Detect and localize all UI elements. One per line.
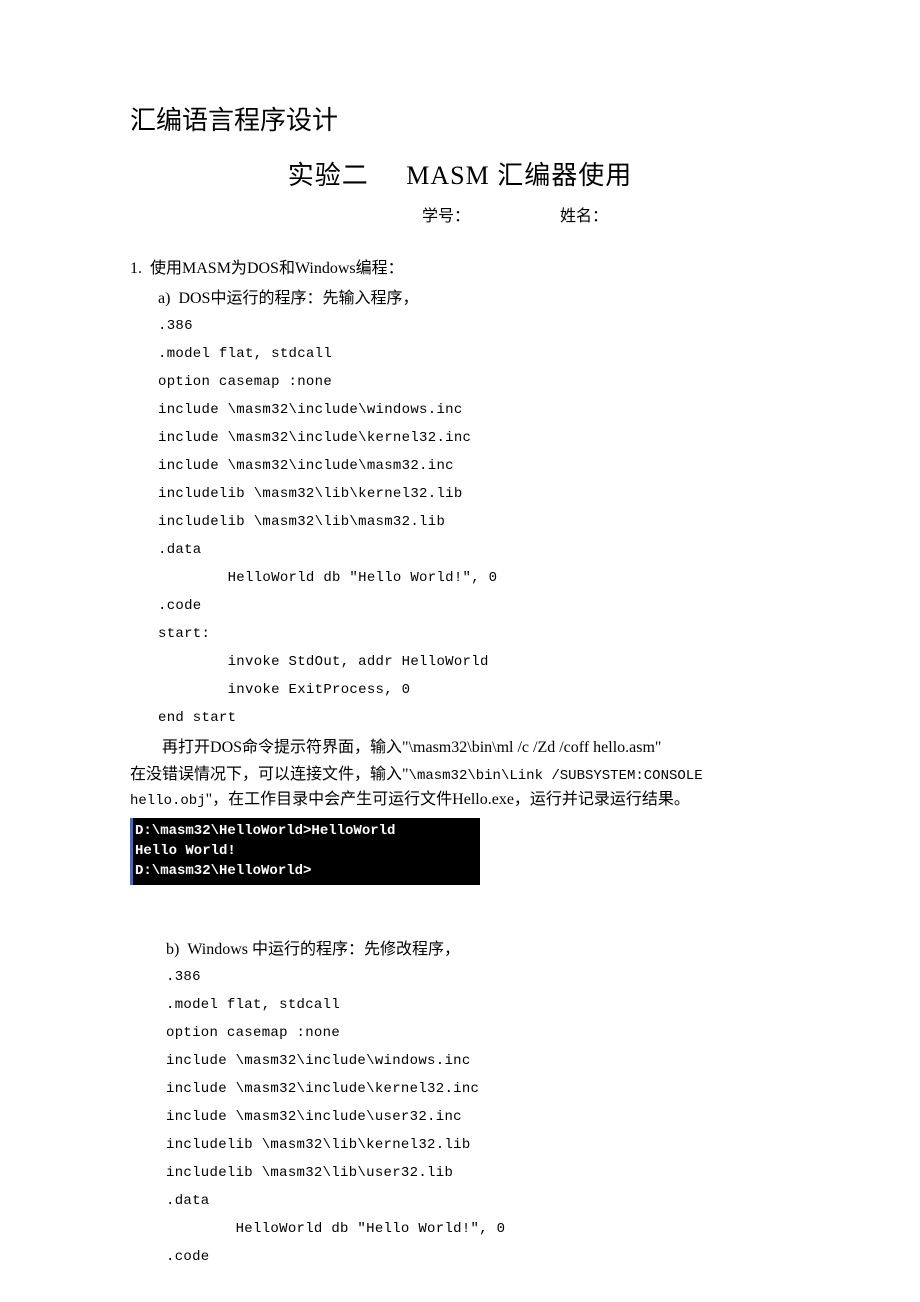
subitem-b-label: b) [166,941,179,958]
document-subtitle: 实验二 MASM 汇编器使用 [130,155,790,192]
paragraph-2: 在没错误情况下，可以连接文件，输入"\masm32\bin\Link /SUBS… [130,763,790,813]
subitem-b-heading: b) Windows 中运行的程序：先修改程序， [130,935,790,959]
subtitle-part-cn2: 汇编器使用 [497,161,632,190]
section-1-text-g: 编程： [356,260,404,277]
subitem-a-heading: a) DOS中运行的程序：先输入程序， [130,284,790,308]
section-1-text-e: 和 [279,260,295,277]
subitem-a-text-b: 中运行的程序：先输入程序， [210,290,418,307]
para1-e: " [655,739,662,756]
terminal-output: D:\masm32\HelloWorld>HelloWorld Hello Wo… [130,818,480,885]
subitem-a-text-a: DOS [178,290,210,307]
section-1-text-a: 使用 [150,260,182,277]
section-1-number: 1. [130,260,142,277]
subtitle-part-en: MASM [406,161,489,190]
section-1-heading: 1. 使用MASM为DOS和Windows编程： [130,254,790,278]
student-info-line: 学号： 姓名： [130,202,790,226]
paragraph-1: 再打开DOS命令提示符界面，输入"\masm32\bin\ml /c /Zd /… [130,736,790,761]
subtitle-part-cn1: 实验二 [288,161,369,190]
code-block-a: .386 .model flat, stdcall option casemap… [130,312,790,732]
section-1-text-c: 为 [231,260,247,277]
para1-c: 命令提示符界面，输入" [242,739,409,756]
code-block-b: .386 .model flat, stdcall option casemap… [130,963,790,1271]
subitem-b-text-b: 中运行的程序：先修改程序， [248,941,460,958]
para2-a: 在没错误情况下，可以连接文件，输入" [130,766,409,783]
para1-a: 再打开 [162,739,210,756]
para2-c: "，在工作目录中会产生可运行文件 [206,791,453,808]
section-1-text-d: DOS [247,260,279,277]
para2-d: Hello.exe [452,791,514,808]
para2-e: ，运行并记录运行结果。 [514,791,690,808]
para1-b: DOS [210,739,242,756]
subitem-b-text-a: Windows [187,941,248,958]
section-1-text-f: Windows [295,260,356,277]
para1-d: \masm32\bin\ml /c /Zd /coff hello.asm [409,739,655,756]
section-1-text-b: MASM [182,260,231,277]
student-id-label: 学号： [422,208,470,225]
subitem-a-label: a) [158,290,170,307]
student-name-label: 姓名： [560,208,608,225]
document-main-title: 汇编语言程序设计 [130,100,790,137]
